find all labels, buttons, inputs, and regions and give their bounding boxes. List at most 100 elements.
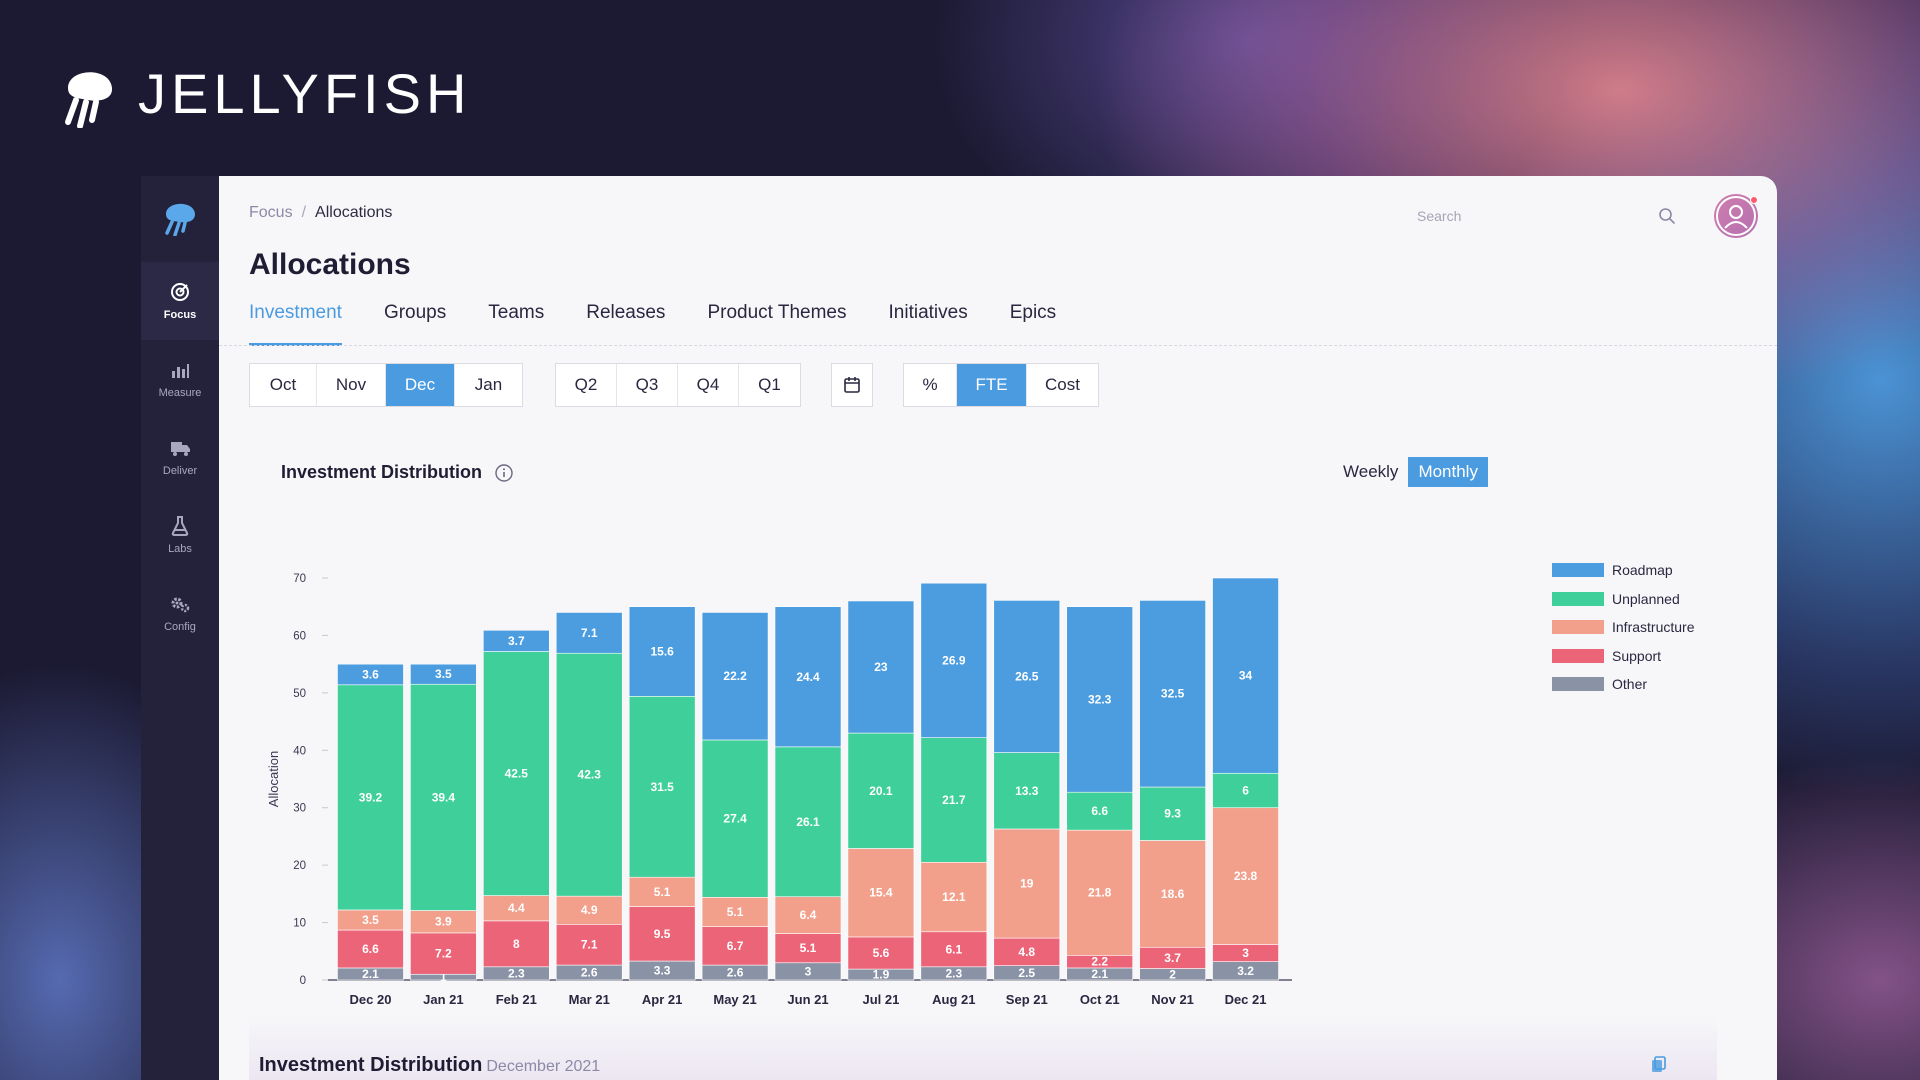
bar-value-label: 3.7 [1164, 951, 1181, 965]
brand-name: JELLYFISH [138, 61, 472, 125]
search-icon[interactable] [1657, 206, 1677, 226]
sidebar-item-label: Measure [158, 387, 202, 399]
bar-value-label: 6.6 [1091, 804, 1108, 818]
sidebar-item-label: Labs [168, 543, 192, 555]
legend-label: Infrastructure [1612, 619, 1695, 636]
tab-teams[interactable]: Teams [488, 302, 544, 346]
bar-value-label: 32.3 [1088, 692, 1112, 706]
sidebar-item-measure[interactable]: Measure [141, 340, 219, 418]
tab-investment[interactable]: Investment [249, 302, 342, 346]
y-axis-label: Allocation [266, 751, 281, 807]
bar-value-label: 5.1 [800, 941, 817, 955]
bar-value-label: 2.5 [1018, 966, 1035, 980]
month-nov-button[interactable]: Nov [317, 364, 386, 406]
quarter-q4-button[interactable]: Q4 [678, 364, 739, 406]
sidebar-item-label: Config [164, 621, 196, 633]
bar-value-label: 23 [874, 660, 888, 674]
search-input[interactable] [1417, 208, 1617, 224]
bar-value-label: 2.6 [581, 966, 598, 980]
app-window: Focus Measure Deliver Labs Config Focus /… [141, 176, 1777, 1080]
bar-value-label: 3 [805, 964, 812, 978]
bar-value-label: 7.1 [581, 938, 598, 952]
bar-value-label: 20.1 [869, 784, 893, 798]
bar-value-label: 5.1 [654, 885, 671, 899]
gears-icon [171, 597, 190, 613]
bar-value-label: 2 [1169, 967, 1176, 981]
legend-item-infrastructure[interactable]: Infrastructure [1552, 613, 1694, 642]
x-tick-label: Jan 21 [423, 992, 463, 1007]
breadcrumb-separator: / [301, 204, 307, 221]
month-jan-button[interactable]: Jan [455, 364, 522, 406]
bar-value-label: 5.1 [727, 905, 744, 919]
tab-epics[interactable]: Epics [1010, 302, 1056, 346]
bar-value-label: 6 [1242, 783, 1249, 797]
unit-cost-button[interactable]: Cost [1027, 364, 1098, 406]
bar-value-label: 3.7 [508, 634, 525, 648]
tab-initiatives[interactable]: Initiatives [889, 302, 968, 346]
jellyfish-mini-logo-icon[interactable] [160, 196, 200, 236]
sidebar-item-deliver[interactable]: Deliver [141, 418, 219, 496]
sidebar: Focus Measure Deliver Labs Config [141, 176, 219, 1080]
quarter-q3-button[interactable]: Q3 [617, 364, 678, 406]
tab-groups[interactable]: Groups [384, 302, 446, 346]
user-avatar[interactable] [1714, 194, 1758, 238]
bar-value-label: 12.1 [942, 890, 966, 904]
bar-value-label: 8 [513, 937, 520, 951]
weekly-toggle[interactable]: Weekly [1333, 457, 1408, 487]
sidebar-item-labs[interactable]: Labs [141, 496, 219, 574]
legend-swatch [1552, 648, 1604, 663]
bar-value-label: 21.8 [1088, 886, 1112, 900]
info-icon[interactable] [494, 463, 514, 483]
bar-value-label: 7.2 [435, 947, 452, 961]
legend-label: Other [1612, 676, 1648, 693]
date-picker-button[interactable] [831, 363, 873, 407]
copy-icon[interactable] [1649, 1054, 1669, 1074]
quarter-q2-button[interactable]: Q2 [556, 364, 617, 406]
legend-item-unplanned[interactable]: Unplanned [1552, 585, 1694, 614]
bar-value-label: 6.1 [946, 942, 963, 956]
investment-distribution-chart: 0 10 20 30 40 50 60 70 Allocation 2.1 6.6 3.5 39.2 3.… [266, 573, 1292, 1007]
legend-swatch [1552, 620, 1604, 635]
monthly-toggle[interactable]: Monthly [1408, 457, 1488, 487]
quarter-filter: Q2 Q3 Q4 Q1 [555, 363, 801, 407]
quarter-q1-button[interactable]: Q1 [739, 364, 800, 406]
bar-value-label: 32.5 [1161, 687, 1185, 701]
y-tick-label: 60 [293, 630, 306, 642]
x-tick-label: Dec 20 [350, 992, 392, 1007]
tab-product-themes[interactable]: Product Themes [707, 302, 846, 346]
bar-value-label: 24.4 [796, 670, 820, 684]
month-oct-button[interactable]: Oct [250, 364, 317, 406]
bar-value-label: 22.2 [723, 669, 747, 683]
legend-swatch [1552, 563, 1604, 578]
bar-value-label: 42.3 [578, 768, 602, 782]
notification-dot [1750, 196, 1758, 204]
legend-item-roadmap[interactable]: Roadmap [1552, 556, 1694, 585]
x-tick-label: Jun 21 [787, 992, 828, 1007]
legend-label: Roadmap [1612, 562, 1673, 579]
month-dec-button[interactable]: Dec [386, 364, 455, 406]
x-tick-label: Oct 21 [1080, 992, 1120, 1007]
bar-value-label: 3.6 [362, 667, 379, 681]
bar-value-label: 23.8 [1234, 869, 1258, 883]
legend-item-other[interactable]: Other [1552, 670, 1694, 699]
unit-filter: % FTE Cost [903, 363, 1099, 407]
search-bar [1417, 204, 1677, 228]
bar-value-label: 42.5 [505, 767, 529, 781]
tab-releases[interactable]: Releases [586, 302, 665, 346]
legend-item-support[interactable]: Support [1552, 642, 1694, 671]
unit-fte-button[interactable]: FTE [957, 364, 1027, 406]
bar-value-label: 2.2 [1091, 955, 1108, 969]
bar-value-label: 26.1 [796, 815, 820, 829]
bar-value-label: 2.1 [1091, 967, 1108, 981]
bar-value-label: 13.3 [1015, 784, 1039, 798]
bottom-subtitle: December 2021 [486, 1058, 601, 1075]
bar-value-label: 3.2 [1237, 964, 1254, 978]
legend-label: Unplanned [1612, 590, 1680, 607]
x-tick-label: Mar 21 [569, 992, 610, 1007]
sidebar-item-config[interactable]: Config [141, 574, 219, 652]
sidebar-item-focus[interactable]: Focus [141, 262, 219, 340]
y-tick-label: 40 [293, 745, 306, 757]
breadcrumb-focus-link[interactable]: Focus [249, 204, 293, 221]
bar-value-label: 15.4 [869, 886, 893, 900]
unit-percent-button[interactable]: % [904, 364, 957, 406]
